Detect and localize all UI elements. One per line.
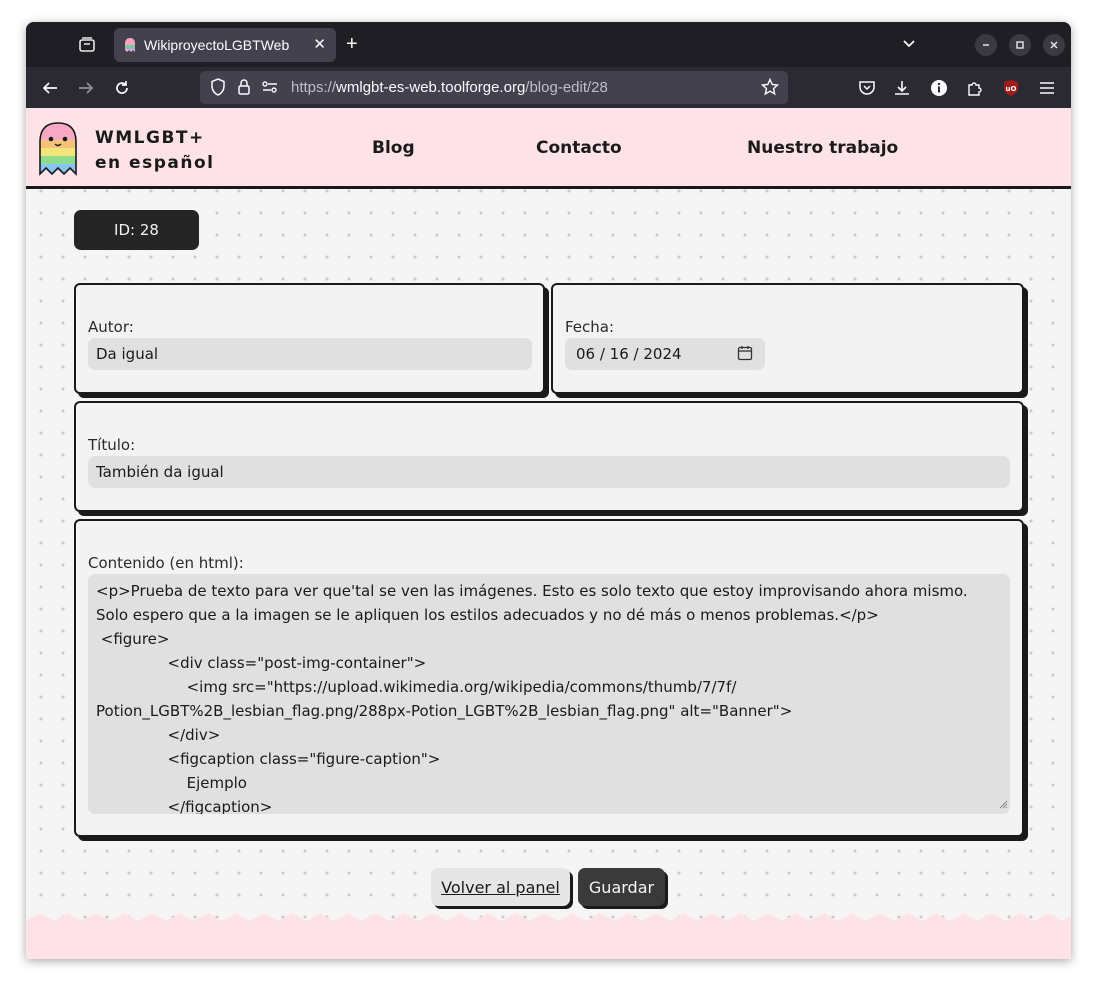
nav-link-blog[interactable]: Blog xyxy=(372,138,415,158)
tab-close-icon[interactable]: ✕ xyxy=(313,35,326,53)
menu-hamburger-icon[interactable] xyxy=(1037,78,1057,98)
pocket-icon[interactable] xyxy=(857,78,877,98)
forward-arrow-icon[interactable] xyxy=(76,78,96,98)
new-tab-button[interactable]: + xyxy=(346,33,358,56)
back-to-panel-button[interactable]: Volver al panel xyxy=(431,868,570,906)
permissions-icon[interactable] xyxy=(260,77,280,97)
tab-title: WikiproyectoLGBTWeb xyxy=(144,37,290,53)
site-header: WMLGBT+ en español Blog Contacto Nuestro… xyxy=(26,108,1071,189)
tab-list-chevron-icon[interactable] xyxy=(901,35,917,55)
extensions-puzzle-icon[interactable] xyxy=(965,78,985,98)
nav-link-contacto[interactable]: Contacto xyxy=(536,138,622,158)
author-label: Autor: xyxy=(88,318,134,336)
minimize-icon[interactable] xyxy=(975,34,997,56)
content-card: Contenido (en html): <p>Prueba de texto … xyxy=(74,519,1024,837)
tab-manager-icon[interactable] xyxy=(78,36,96,54)
url-scheme: https:// xyxy=(291,79,337,96)
author-card: Autor: Da igual xyxy=(74,283,545,394)
url-path: /blog-edit/28 xyxy=(525,79,608,96)
browser-window: WikiproyectoLGBTWeb ✕ + https://wmlgbt-e… xyxy=(26,22,1071,959)
svg-text:uO: uO xyxy=(1006,85,1017,93)
save-button[interactable]: Guardar xyxy=(578,868,665,906)
site-brand[interactable]: WMLGBT+ en español xyxy=(95,126,214,176)
navigation-bar: https://wmlgbt-es-web.toolforge.org/blog… xyxy=(26,67,1071,108)
url-host: wmlgbt-es-web.toolforge.org xyxy=(336,79,526,96)
back-arrow-icon[interactable] xyxy=(40,78,60,98)
date-input[interactable]: 06 / 16 / 2024 xyxy=(565,338,765,370)
title-input[interactable]: También da igual xyxy=(88,456,1010,488)
ghost-favicon-icon xyxy=(125,38,135,52)
browser-tab[interactable]: WikiproyectoLGBTWeb ✕ xyxy=(114,28,336,62)
date-card: Fecha: 06 / 16 / 2024 xyxy=(551,283,1024,394)
url-bar[interactable]: https://wmlgbt-es-web.toolforge.org/blog… xyxy=(200,71,788,104)
download-icon[interactable] xyxy=(892,78,912,98)
reload-icon[interactable] xyxy=(112,78,132,98)
content-textarea[interactable]: <p>Prueba de texto para ver que'tal se v… xyxy=(88,574,1010,814)
calendar-icon[interactable] xyxy=(737,345,753,361)
date-value: 06 / 16 / 2024 xyxy=(576,345,682,363)
title-label: Título: xyxy=(88,436,136,454)
brand-line-2: en español xyxy=(95,153,215,173)
author-input[interactable]: Da igual xyxy=(88,338,532,370)
resize-grip-icon[interactable] xyxy=(998,799,1008,809)
maximize-icon[interactable] xyxy=(1009,34,1031,56)
shield-icon[interactable] xyxy=(208,77,228,97)
content-label: Contenido (en html): xyxy=(88,554,244,572)
info-extension-icon[interactable] xyxy=(929,78,949,98)
id-badge: ID: 28 xyxy=(74,210,199,250)
brand-line-1: WMLGBT+ xyxy=(95,128,205,148)
nav-link-nuestro-trabajo[interactable]: Nuestro trabajo xyxy=(747,138,898,158)
lock-icon[interactable] xyxy=(234,77,254,97)
tab-strip: WikiproyectoLGBTWeb ✕ + xyxy=(26,22,1071,67)
close-window-icon[interactable] xyxy=(1043,34,1065,56)
page-content: WMLGBT+ en español Blog Contacto Nuestro… xyxy=(26,108,1071,959)
ublock-shield-icon[interactable]: uO xyxy=(1001,78,1021,98)
url-text[interactable]: https://wmlgbt-es-web.toolforge.org/blog… xyxy=(291,79,608,96)
ghost-logo-icon[interactable] xyxy=(38,122,78,176)
date-label: Fecha: xyxy=(565,318,615,336)
zigzag-footer xyxy=(26,913,1071,959)
title-card: Título: También da igual xyxy=(74,401,1024,512)
bookmark-star-icon[interactable] xyxy=(760,77,780,97)
